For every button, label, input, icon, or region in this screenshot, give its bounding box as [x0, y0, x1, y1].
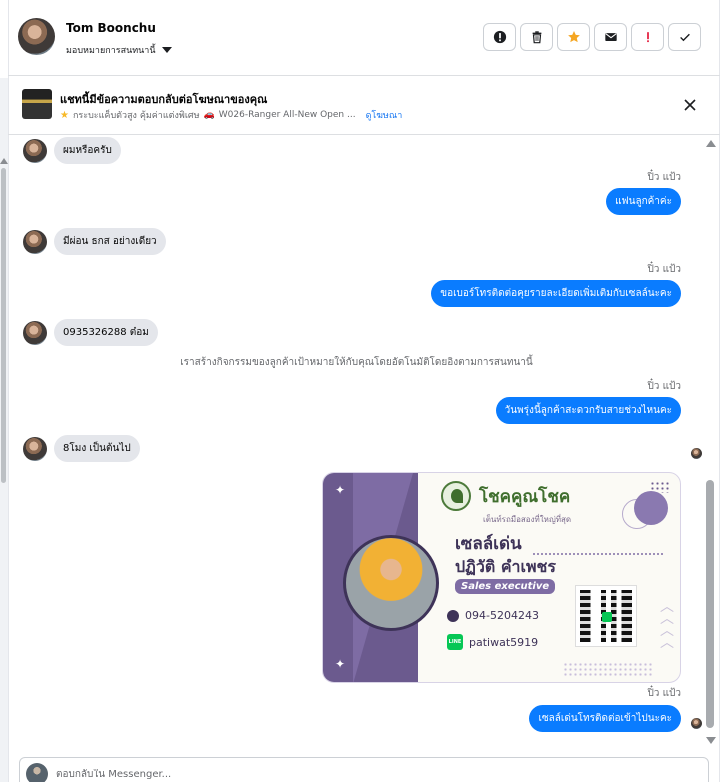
close-banner-button[interactable]: [682, 97, 698, 113]
car-emoji-icon: 🚗: [203, 110, 215, 120]
sender-name: ปิ๋ว แป้ว: [647, 172, 681, 183]
exclamation-icon: [646, 32, 649, 43]
mark-spam-button[interactable]: [483, 23, 516, 51]
scroll-up-arrow-icon[interactable]: [706, 140, 716, 147]
contact-avatar: [23, 229, 47, 254]
sender-name: ปิ๋ว แป้ว: [647, 264, 681, 275]
line-icon: LINE: [447, 634, 463, 650]
brand-logo: โชคคูณโชค: [441, 481, 570, 511]
contact-name[interactable]: Tom Boonchu: [66, 21, 156, 35]
left-scroll-rail[interactable]: [0, 78, 8, 782]
star-emoji-icon: ★: [60, 109, 69, 121]
contact-avatar: [23, 436, 47, 461]
card-line-id: LINE patiwat5919: [447, 634, 538, 650]
contact-avatar: [23, 320, 47, 345]
chevron-down-icon: [161, 47, 172, 53]
card-circle-filled: [634, 491, 668, 525]
brand-name: โชคคูณโชค: [479, 486, 571, 507]
incoming-message[interactable]: มีผ่อน ธกส อย่างเดียว: [54, 228, 166, 255]
card-role: Sales executive: [455, 579, 556, 594]
sender-name: ปิ๋ว แป้ว: [647, 381, 681, 392]
read-receipt-avatar: [691, 718, 702, 729]
sender-name: ปิ๋ว แป้ว: [647, 688, 681, 699]
message-row: 8โมง เป็นต้นไป: [23, 435, 140, 462]
contact-avatar: [23, 138, 47, 163]
system-activity-note: เราสร้างกิจกรรมของลูกค้าเป้าหมายให้กับคุ…: [180, 357, 533, 368]
scroll-down-arrow-icon[interactable]: [706, 737, 716, 744]
page-avatar: [26, 763, 48, 782]
salesperson-photo: [343, 535, 439, 631]
incoming-message[interactable]: 0935326288 ต๋อม: [54, 319, 158, 346]
brand-tagline: เต็นท์รถมือสองที่ใหญ่ที่สุด: [483, 515, 572, 524]
qr-line-logo: [602, 612, 612, 622]
ad-subtitle-text: กระบะแค็บตัวสูง คุ้มค่าแต่งพิเศษ: [72, 111, 200, 121]
view-ad-link[interactable]: ดูโฆษณา: [366, 108, 403, 122]
ad-banner-title: แชทนี้มีข้อความตอบกลับต่อโฆษณาของคุณ: [60, 93, 268, 106]
trash-icon: [532, 31, 541, 44]
mark-done-button[interactable]: [668, 23, 701, 51]
qr-code: [575, 585, 637, 647]
left-rail-thumb[interactable]: [1, 168, 6, 483]
card-line-handle: patiwat5919: [469, 635, 539, 649]
reply-input[interactable]: [56, 768, 656, 780]
outgoing-message[interactable]: วันพรุ่งนี้ลูกค้าสะดวกรับสายช่วงไหนคะ: [495, 397, 681, 424]
header-actions: [483, 23, 701, 51]
exclamation-circle-icon: [493, 30, 506, 44]
sparkle-icon: ✦: [335, 657, 346, 671]
envelope-icon: [604, 33, 617, 41]
thread-scrollbar[interactable]: [705, 136, 717, 750]
incoming-message[interactable]: 8โมง เป็นต้นไป: [54, 435, 140, 462]
follow-up-button[interactable]: [631, 23, 664, 51]
contact-avatar[interactable]: [18, 18, 55, 55]
scrollbar-thumb[interactable]: [706, 480, 714, 728]
check-icon: [679, 33, 690, 42]
message-row: มีผ่อน ธกส อย่างเดียว: [23, 228, 166, 255]
left-rail-caret-icon: [0, 158, 8, 164]
card-nickname: เซลล์เด่น: [455, 534, 522, 554]
assign-conversation-dropdown[interactable]: มอบหมายการสนทนานี้: [66, 43, 172, 57]
ad-name: W026-Ranger All-New Open ...: [218, 110, 356, 120]
conversation-header: Tom Boonchu มอบหมายการสนทนานี้: [8, 0, 720, 76]
ad-reply-banner: แชทนี้มีข้อความตอบกลับต่อโฆษณาของคุณ ★ ก…: [8, 77, 720, 135]
star-button[interactable]: [557, 23, 590, 51]
outgoing-message[interactable]: แฟนลูกค้าค่ะ: [606, 188, 681, 215]
card-full-name: ปฏิวัติ คำเพชร: [455, 557, 556, 576]
chevron-up-pattern-icon: ︿ ︿ ︿ ︿: [660, 599, 674, 651]
sparkle-icon: ✦: [335, 483, 346, 497]
brand-emblem-icon: [441, 481, 471, 511]
read-receipt-avatar: [691, 448, 702, 459]
ad-thumbnail[interactable]: [22, 89, 52, 119]
mark-unread-button[interactable]: [594, 23, 627, 51]
outgoing-message[interactable]: ขอเบอร์โทรติดต่อคุยรายละเอียดเพิ่มเติมกั…: [431, 280, 681, 307]
reply-composer[interactable]: [19, 757, 709, 782]
message-row: ผมหรือครับ: [23, 137, 121, 164]
close-icon: [684, 99, 696, 111]
assign-label: มอบหมายการสนทนานี้: [66, 46, 156, 56]
incoming-message[interactable]: ผมหรือครับ: [54, 137, 121, 164]
card-dot-pattern: [563, 662, 653, 676]
star-icon: [567, 31, 580, 43]
message-thread[interactable]: ผมหรือครับ ปิ๋ว แป้ว แฟนลูกค้าค่ะ มีผ่อน…: [8, 136, 705, 750]
business-card-image[interactable]: ✦ ✦ โชคคูณโชค เต็นท์รถมือสองที่ใหญ่ที่สุ…: [322, 472, 681, 683]
delete-button[interactable]: [520, 23, 553, 51]
outgoing-message[interactable]: เซลล์เด่นโทรติดต่อเข้าไปนะคะ: [529, 705, 681, 732]
card-phone-number: 094-5204243: [465, 609, 539, 622]
card-phone: 094-5204243: [447, 609, 539, 622]
ad-banner-subtitle: ★ กระบะแค็บตัวสูง คุ้มค่าแต่งพิเศษ 🚗 W02…: [60, 108, 402, 122]
phone-icon: [447, 609, 459, 622]
message-row: 0935326288 ต๋อม: [23, 319, 158, 346]
